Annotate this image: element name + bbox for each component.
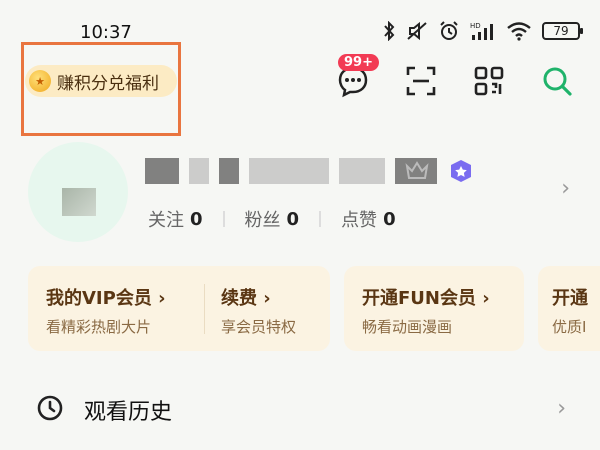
- stat-value: 0: [190, 208, 203, 230]
- coin-icon: ★: [29, 70, 51, 92]
- signal-icon: HD: [470, 22, 493, 40]
- top-actions: 99+: [334, 54, 576, 100]
- stat-label: 点赞: [341, 210, 378, 231]
- level-badge-icon: [451, 160, 471, 182]
- more-title: 开通: [552, 288, 588, 309]
- search-icon: [543, 67, 572, 96]
- svg-text:HD: HD: [470, 22, 481, 30]
- qrcode-icon: [474, 66, 504, 96]
- chevron-right-icon: ›: [557, 396, 566, 421]
- bluetooth-icon: [384, 21, 395, 41]
- more-subtitle: 优质I: [552, 318, 587, 336]
- profile-stats: 关注 0 粉丝 0 点赞 0: [148, 206, 396, 232]
- vip-subtitle: 看精彩热剧大片: [46, 318, 152, 336]
- vip-card[interactable]: 我的VIP会员 › 看精彩热剧大片 续费 › 享会员特权: [28, 266, 330, 351]
- renew-title[interactable]: 续费 ›: [221, 284, 271, 310]
- vip-title-text: 我的VIP会员: [46, 288, 152, 309]
- earn-points-button[interactable]: ★ 赚积分兑福利: [25, 65, 177, 97]
- watch-history-label: 观看历史: [84, 400, 173, 425]
- mute-icon: [407, 21, 427, 41]
- stat-fans[interactable]: 粉丝 0: [245, 206, 300, 232]
- fun-subtitle: 畅看动画漫画: [362, 318, 453, 336]
- avatar-pixelated: [62, 188, 96, 216]
- stat-value: 0: [286, 208, 300, 230]
- clock-icon: [37, 395, 63, 421]
- more-card[interactable]: 开通 优质I: [538, 266, 600, 351]
- status-time: 10:37: [80, 22, 132, 43]
- avatar[interactable]: [28, 142, 128, 242]
- status-icons: HD 79: [382, 20, 583, 42]
- stat-value: 0: [383, 208, 396, 230]
- stat-likes[interactable]: 点赞 0: [341, 206, 396, 232]
- stat-label: 关注: [148, 210, 184, 231]
- earn-points-label: 赚积分兑福利: [57, 73, 159, 94]
- membership-cards: 我的VIP会员 › 看精彩热剧大片 续费 › 享会员特权 开通FUN会员 › 畅…: [28, 266, 600, 351]
- divider: [222, 211, 225, 227]
- fun-title-text: 开通FUN会员: [362, 288, 476, 309]
- stat-label: 粉丝: [244, 210, 281, 231]
- wifi-icon: [507, 22, 531, 41]
- scan-button[interactable]: [402, 62, 440, 100]
- message-button[interactable]: 99+: [334, 54, 379, 100]
- scan-icon: [406, 66, 436, 96]
- stat-following[interactable]: 关注 0: [148, 206, 203, 232]
- username-pixelated: [145, 158, 437, 184]
- fun-title[interactable]: 开通FUN会员 ›: [362, 284, 490, 310]
- vip-crown-icon: [405, 161, 429, 179]
- alarm-icon: [440, 21, 458, 40]
- message-badge: 99+: [338, 54, 379, 71]
- qrcode-button[interactable]: [470, 62, 508, 100]
- search-button[interactable]: [538, 62, 576, 100]
- divider: [319, 211, 322, 227]
- profile-section[interactable]: 关注 0 粉丝 0 点赞 0 ›: [0, 138, 600, 242]
- divider: [204, 284, 205, 334]
- watch-history-row[interactable]: 观看历史 ›: [0, 390, 600, 430]
- fun-card[interactable]: 开通FUN会员 › 畅看动画漫画: [344, 266, 524, 351]
- vip-title[interactable]: 我的VIP会员 ›: [46, 284, 166, 310]
- renew-subtitle: 享会员特权: [221, 318, 297, 336]
- renew-title-text: 续费: [221, 288, 257, 309]
- battery-indicator: 79: [542, 22, 583, 40]
- chevron-right-icon[interactable]: ›: [561, 176, 570, 201]
